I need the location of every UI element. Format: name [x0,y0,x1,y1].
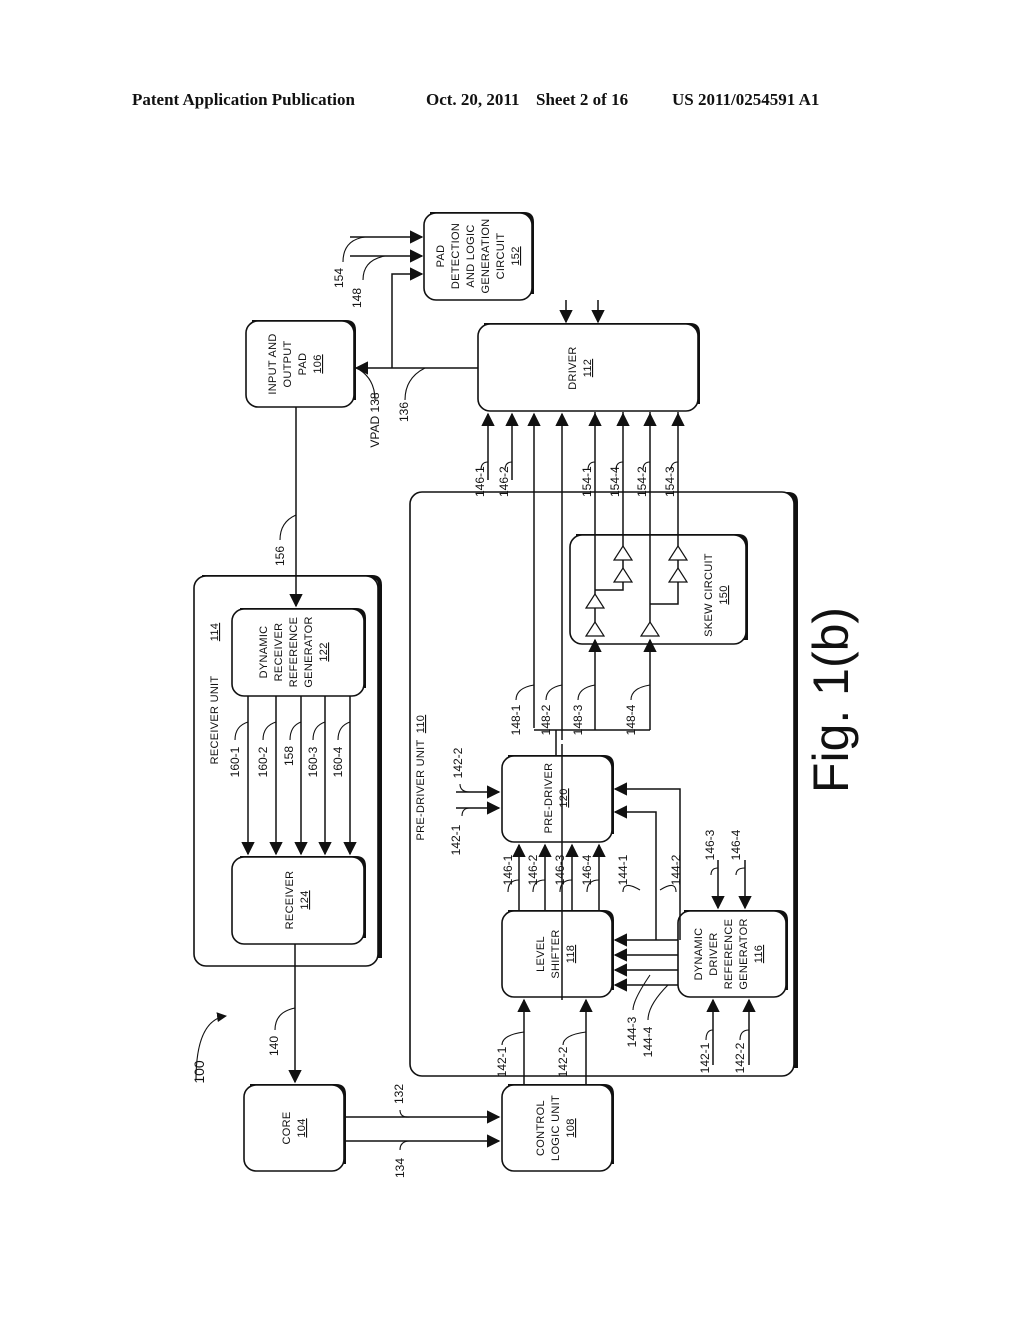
ls-ref: 118 [565,945,577,963]
label-154-4: 154-4 [608,466,622,497]
label-160-2: 160-2 [256,746,270,777]
io-pad-line2: OUTPUT [282,340,294,387]
label-158: 158 [282,746,296,766]
drrg-ref: 122 [318,642,330,661]
label-140: 140 [267,1036,281,1056]
driver-label: DRIVER [567,346,579,389]
driver-block: DRIVER 112 [477,323,700,412]
label-142-1-ddrg: 142-1 [698,1042,712,1073]
label-132: 132 [392,1084,406,1104]
label-148-1: 148-1 [509,704,523,735]
label-144-2: 144-2 [669,854,683,885]
predriver-ref: 120 [558,788,570,807]
predriver-unit-ref: 110 [415,715,427,733]
ls-line1: LEVEL [535,936,547,972]
ddrg-line4: GENERATOR [738,918,750,989]
label-144-1: 144-1 [616,854,630,885]
label-146-3-predriver: 146-3 [553,854,567,885]
block-diagram: INPUT AND OUTPUT PAD 106 PAD DETECTION A… [191,212,859,1178]
label-148: 148 [350,288,364,308]
label-160-4: 160-4 [331,746,345,777]
pad-detect-ref: 152 [510,246,522,265]
label-160-1: 160-1 [228,746,242,777]
control-ref: 108 [565,1118,577,1137]
label-154-3: 154-3 [663,466,677,497]
receiver-unit-ref: 114 [209,623,221,641]
control-logic-unit-block: CONTROL LOGIC UNIT 108 [501,1084,614,1172]
receiver-ref: 124 [299,890,311,909]
skew-ref: 150 [718,585,730,604]
label-146-4-ddrg: 146-4 [729,829,743,860]
receiver-block: RECEIVER 124 [231,856,366,945]
label-144-4: 144-4 [641,1026,655,1057]
pad-detect-line5: CIRCUIT [495,233,507,280]
io-pad-block: INPUT AND OUTPUT PAD 106 [245,320,356,408]
core-block: CORE 104 [243,1084,346,1172]
label-146-1-driver: 146-1 [473,466,487,497]
level-shifter-block: LEVEL SHIFTER 118 [501,910,614,998]
pad-detection-block: PAD DETECTION AND LOGIC GENERATION CIRCU… [423,212,534,301]
label-146-2-predriver: 146-2 [526,854,540,885]
figure-title: Fig. 1(b) [803,607,859,793]
core-label: CORE [281,1112,293,1145]
label-146-4-predriver: 146-4 [580,854,594,885]
predriver-unit-text: PRE-DRIVER UNIT [415,739,427,840]
dynamic-driver-reference-generator-block: DYNAMIC DRIVER REFERENCE GENERATOR 116 [677,910,788,998]
label-148-3: 148-3 [571,704,585,735]
label-156: 156 [273,546,287,566]
label-142-2-predriver: 142-2 [451,747,465,778]
pad-detect-line1: PAD [435,245,447,268]
core-ref: 104 [296,1118,308,1137]
drrg-line2: RECEIVER [273,623,285,682]
pre-driver-block: PRE-DRIVER 120 [501,755,614,843]
label-154-1: 154-1 [580,466,594,497]
control-line2: LOGIC UNIT [550,1095,562,1161]
label-154: 154 [332,268,346,288]
skew-label: SKEW CIRCUIT [703,553,715,637]
ddrg-line3: REFERENCE [723,919,735,990]
pre-driver-unit-label: PRE-DRIVER UNIT 110 [415,715,427,841]
drrg-line3: REFERENCE [288,617,300,688]
predriver-label: PRE-DRIVER [543,763,555,834]
io-pad-ref: 106 [312,354,324,373]
label-148-2: 148-2 [539,704,553,735]
figure-ref-100: 100 [191,1060,207,1084]
pad-detect-line3: AND LOGIC [465,224,477,287]
label-148-4: 148-4 [624,704,638,735]
label-146-1-predriver: 146-1 [501,854,515,885]
ddrg-line1: DYNAMIC [693,928,705,981]
ddrg-ref: 116 [753,945,765,963]
label-142-1-ls: 142-1 [495,1046,509,1077]
label-142-1-predriver: 142-1 [449,824,463,855]
label-146-3-ddrg: 146-3 [703,829,717,860]
receiver-unit-text: RECEIVER UNIT [209,676,221,765]
io-pad-line1: INPUT AND [267,333,279,394]
pad-detect-line2: DETECTION [450,223,462,289]
driver-ref: 112 [582,359,594,377]
ddrg-line2: DRIVER [708,932,720,975]
label-146-2-driver: 146-2 [497,466,511,497]
drrg-line1: DYNAMIC [258,626,270,679]
label-136: 136 [397,402,411,422]
drrg-line4: GENERATOR [303,616,315,687]
control-line1: CONTROL [535,1100,547,1156]
pad-detect-line4: GENERATION [480,219,492,294]
io-pad-line3: PAD [297,353,309,376]
label-vpad-138: VPAD 138 [368,392,382,447]
ls-line2: SHIFTER [550,929,562,978]
dynamic-receiver-reference-generator-block: DYNAMIC RECEIVER REFERENCE GENERATOR 122 [231,608,366,697]
label-134: 134 [393,1158,407,1178]
receiver-label: RECEIVER [284,871,296,930]
label-144-3: 144-3 [625,1016,639,1047]
label-142-2-ddrg: 142-2 [733,1042,747,1073]
label-160-3: 160-3 [306,746,320,777]
label-142-2-ls: 142-2 [556,1046,570,1077]
label-154-2: 154-2 [635,466,649,497]
